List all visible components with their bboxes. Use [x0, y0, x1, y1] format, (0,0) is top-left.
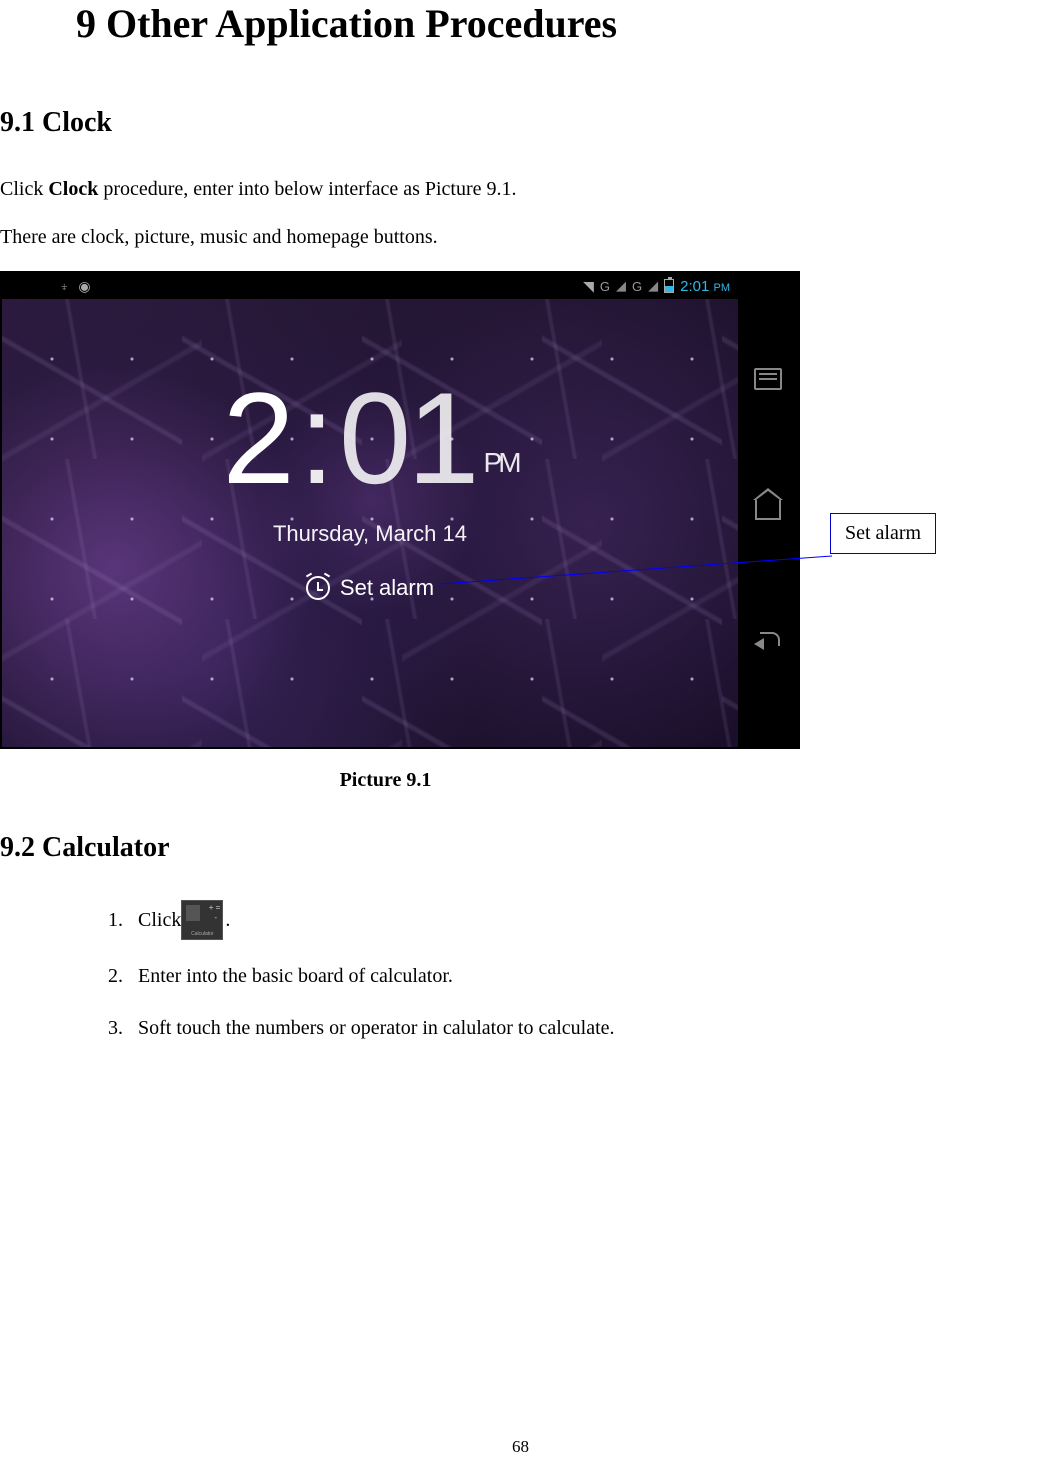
status-bar: ⍖ ◉ ◥ G ◢ G ◢ 2:01 PM: [2, 273, 738, 299]
section-heading-calculator: 9.2 Calculator: [0, 832, 1041, 864]
section-heading-clock: 9.1 Clock: [0, 107, 1041, 139]
list-text-suffix: .: [225, 904, 230, 936]
bold-word-clock: Clock: [48, 178, 98, 200]
nav-recent-button[interactable]: [750, 361, 786, 397]
clock-colon: :: [299, 373, 331, 503]
navigation-bar: [738, 273, 798, 747]
calculator-app-icon: Calculator: [181, 900, 223, 940]
wifi-icon: ◥: [583, 278, 594, 295]
signal-icon-2: ◢: [648, 278, 658, 294]
home-icon: [755, 500, 781, 520]
usb-icon: ⍖: [60, 278, 68, 295]
page-number: 68: [0, 1437, 1041, 1457]
signal-icon-1: ◢: [616, 278, 626, 294]
clock-date: Thursday, March 14: [2, 521, 738, 547]
list-number: 3.: [108, 1012, 138, 1044]
android-icon: ◉: [78, 278, 90, 295]
nav-home-button[interactable]: [750, 492, 786, 528]
android-screenshot: ⍖ ◉ ◥ G ◢ G ◢ 2:01 PM 2: [0, 271, 800, 749]
recent-apps-icon: [754, 368, 782, 390]
list-text: Enter into the basic board of calculator…: [138, 960, 453, 992]
statusbar-time-value: 2:01: [680, 278, 709, 295]
figure-caption: Picture 9.1: [0, 769, 1041, 792]
clock-intro-line2: There are clock, picture, music and home…: [0, 223, 1041, 251]
set-alarm-button[interactable]: Set alarm: [306, 575, 434, 601]
screenshot-main-area: ⍖ ◉ ◥ G ◢ G ◢ 2:01 PM 2: [2, 273, 738, 747]
clock-minutes: 01: [339, 373, 476, 503]
text-fragment: Click: [0, 178, 48, 200]
callout-annotation: Set alarm: [830, 513, 936, 554]
statusbar-time: 2:01 PM: [680, 278, 730, 295]
list-number: 1.: [108, 904, 138, 936]
list-number: 2.: [108, 960, 138, 992]
statusbar-right: ◥ G ◢ G ◢ 2:01 PM: [583, 278, 730, 295]
calculator-icon-label: Calculator: [182, 930, 222, 938]
list-text: Soft touch the numbers or operator in ca…: [138, 1012, 615, 1044]
alarm-clock-icon: [306, 576, 330, 600]
nav-back-button[interactable]: [750, 623, 786, 659]
list-item: 2. Enter into the basic board of calcula…: [108, 960, 1041, 992]
list-item: 3. Soft touch the numbers or operator in…: [108, 1012, 1041, 1044]
network-g-label-1: G: [600, 279, 610, 294]
clock-intro-line1: Click Clock procedure, enter into below …: [0, 175, 1041, 203]
list-text-prefix: Click: [138, 904, 181, 936]
statusbar-ampm: PM: [714, 282, 731, 294]
callout-leader-line: [440, 556, 832, 601]
page-title: 9 Other Application Procedures: [0, 0, 1041, 47]
screenshot-container: ⍖ ◉ ◥ G ◢ G ◢ 2:01 PM 2: [0, 271, 1041, 749]
text-fragment: procedure, enter into below interface as…: [98, 178, 516, 200]
battery-icon: [664, 279, 674, 293]
statusbar-left: ⍖ ◉: [10, 278, 91, 295]
calculator-steps-list: 1. Click Calculator . 2. Enter into the …: [0, 900, 1041, 1044]
back-icon: [756, 632, 780, 650]
clock-ampm: PM: [484, 449, 518, 477]
set-alarm-label: Set alarm: [340, 575, 434, 601]
clock-hours: 2: [222, 373, 290, 503]
list-item: 1. Click Calculator .: [108, 900, 1041, 940]
network-g-label-2: G: [632, 279, 642, 294]
clock-time-display: 2 : 01 PM: [2, 373, 738, 503]
